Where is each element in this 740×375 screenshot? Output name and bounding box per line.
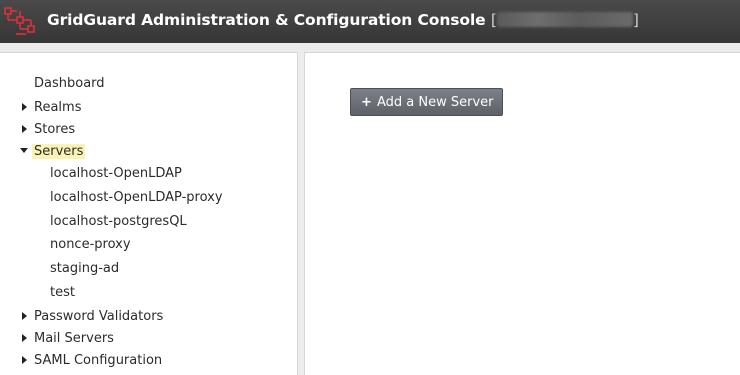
caret-down-icon[interactable] xyxy=(20,148,28,153)
server-item-nonce-proxy[interactable]: nonce-proxy xyxy=(50,234,131,254)
redacted-instance-name xyxy=(496,12,633,27)
sidebar-nav: Dashboard Realms Stores Servers localhos… xyxy=(0,52,298,375)
server-item-staging-ad[interactable]: staging-ad xyxy=(50,258,119,278)
server-item-localhost-postgresql[interactable]: localhost-postgresQL xyxy=(50,211,187,231)
sidebar-item-label: SAML Configuration xyxy=(34,352,163,368)
caret-right-icon[interactable] xyxy=(22,103,27,111)
sidebar-item-realms[interactable]: Realms xyxy=(22,97,82,117)
caret-right-icon[interactable] xyxy=(22,125,27,133)
app-title: GridGuard Administration & Configuration… xyxy=(47,11,639,29)
server-item-localhost-openldap-proxy[interactable]: localhost-OpenLDAP-proxy xyxy=(50,187,223,207)
sidebar-item-mail-servers[interactable]: Mail Servers xyxy=(22,328,114,348)
sidebar-item-label: Realms xyxy=(34,99,82,115)
server-item-label: localhost-OpenLDAP xyxy=(50,165,182,181)
app-title-text: GridGuard Administration & Configuration… xyxy=(47,11,486,29)
caret-right-icon[interactable] xyxy=(22,312,27,320)
sidebar-item-password-validators[interactable]: Password Validators xyxy=(22,306,164,326)
sidebar-item-label: Password Validators xyxy=(34,308,164,324)
server-item-label: staging-ad xyxy=(50,260,120,276)
caret-right-icon[interactable] xyxy=(22,356,27,364)
sidebar-item-label: Servers xyxy=(32,143,86,159)
add-new-server-label: Add a New Server xyxy=(377,94,494,110)
server-item-label: localhost-postgresQL xyxy=(50,213,187,229)
grid-network-logo-icon xyxy=(4,7,35,35)
server-item-label: test xyxy=(50,284,75,300)
server-item-localhost-openldap[interactable]: localhost-OpenLDAP xyxy=(50,163,182,183)
caret-right-icon[interactable] xyxy=(22,334,27,342)
sidebar-item-saml-configuration[interactable]: SAML Configuration xyxy=(22,350,163,370)
plus-icon: + xyxy=(361,94,372,110)
sidebar-item-label: Stores xyxy=(34,121,76,137)
app-header: GridGuard Administration & Configuration… xyxy=(0,0,740,43)
instance-bracket-open: [ xyxy=(490,11,497,29)
add-new-server-button[interactable]: + Add a New Server xyxy=(350,88,503,116)
server-item-test[interactable]: test xyxy=(50,282,75,302)
sidebar-item-servers[interactable]: Servers xyxy=(20,141,86,161)
main-content-panel: + Add a New Server xyxy=(304,52,740,375)
server-item-label: localhost-OpenLDAP-proxy xyxy=(50,189,223,205)
instance-bracket-close: ] xyxy=(632,11,639,29)
sidebar-item-dashboard[interactable]: Dashboard xyxy=(34,73,105,93)
sidebar-item-stores[interactable]: Stores xyxy=(22,119,76,139)
server-item-label: nonce-proxy xyxy=(50,236,131,252)
sidebar-item-label: Mail Servers xyxy=(34,330,114,346)
sidebar-item-label: Dashboard xyxy=(34,75,105,91)
